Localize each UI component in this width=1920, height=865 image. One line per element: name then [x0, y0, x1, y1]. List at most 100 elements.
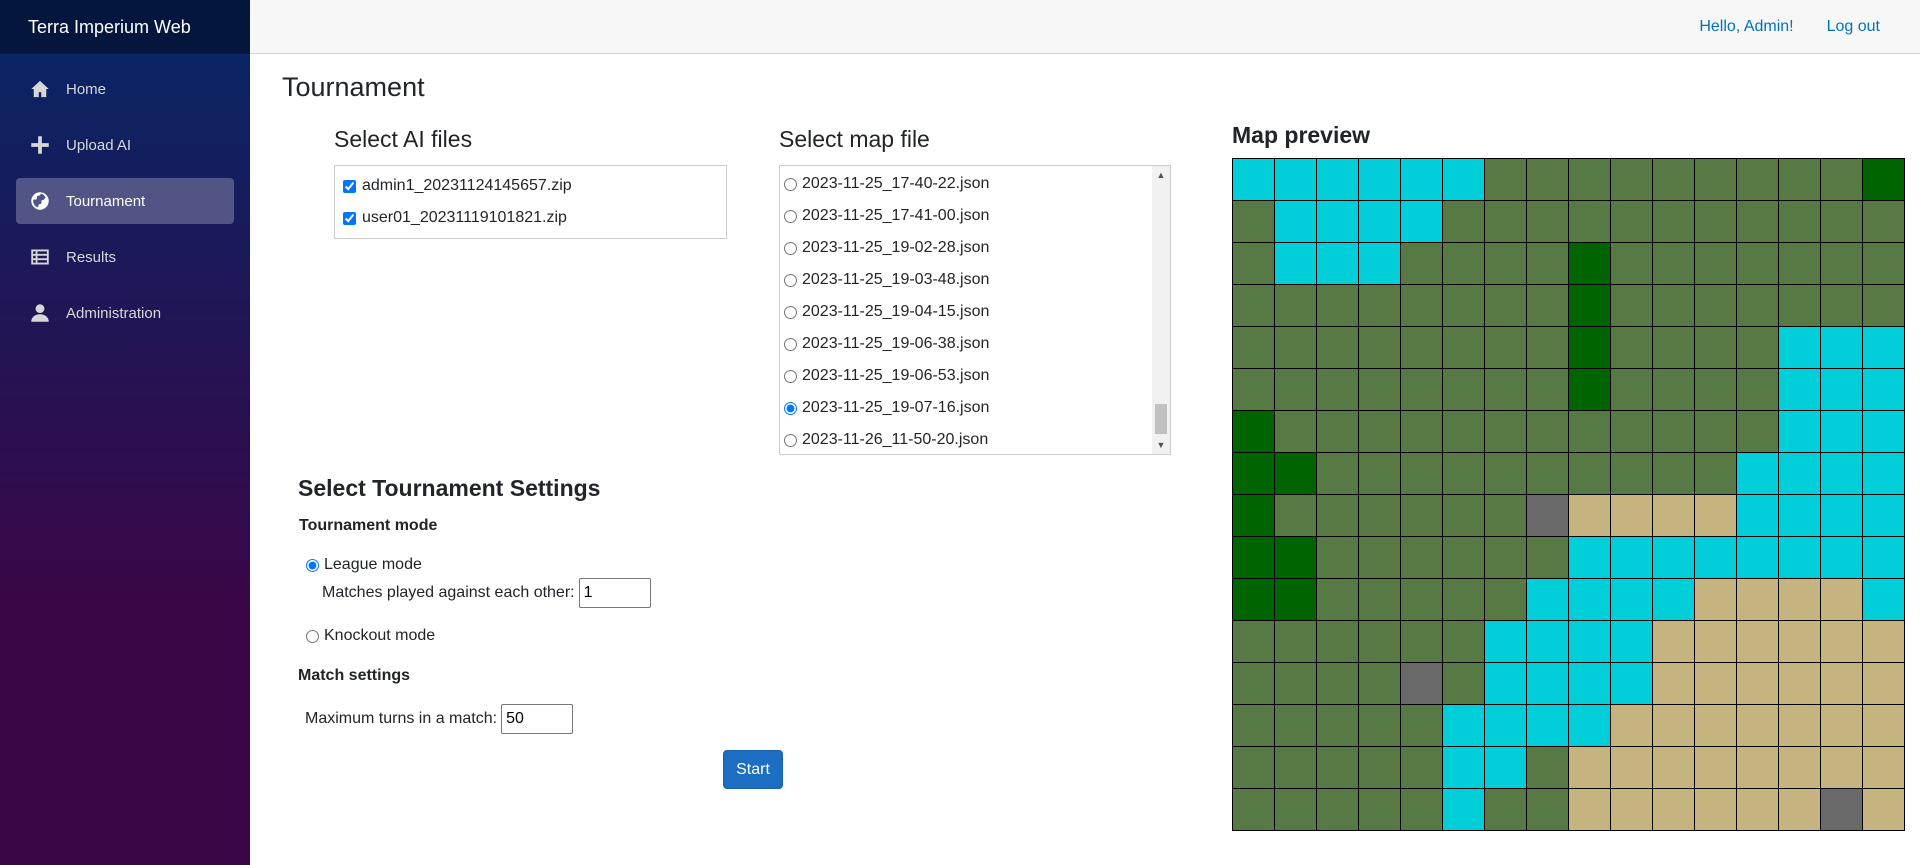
- map-tile-grass: [1653, 285, 1694, 326]
- map-tile-grass: [1275, 369, 1316, 410]
- map-tile-grass: [1317, 495, 1358, 536]
- scroll-up-arrow-icon[interactable]: ▲: [1152, 166, 1170, 184]
- map-tile-water: [1821, 537, 1862, 578]
- logout-link[interactable]: Log out: [1827, 18, 1880, 36]
- map-tile-sand: [1653, 705, 1694, 746]
- map-tile-grass: [1695, 327, 1736, 368]
- max-turns-label: Maximum turns in a match:: [305, 710, 498, 727]
- sidebar-item-results[interactable]: Results: [16, 234, 234, 280]
- map-tile-sand: [1779, 579, 1820, 620]
- map-file-radio[interactable]: [784, 401, 797, 415]
- map-tile-water: [1863, 369, 1904, 410]
- map-tile-grass: [1653, 201, 1694, 242]
- map-tile-grass: [1275, 663, 1316, 704]
- map-preview-heading: Map preview: [1232, 122, 1371, 148]
- map-file-radio[interactable]: [784, 273, 797, 287]
- map-tile-grass: [1779, 285, 1820, 326]
- ai-file-checkbox[interactable]: [343, 179, 356, 193]
- scroll-thumb[interactable]: [1155, 404, 1167, 434]
- map-tile-grass: [1401, 495, 1442, 536]
- map-tile-sand: [1611, 705, 1652, 746]
- map-tile-sand: [1569, 747, 1610, 788]
- map-file-item[interactable]: 2023-11-25_19-02-28.json: [780, 232, 1152, 264]
- list-icon: [30, 247, 50, 267]
- ai-file-checkbox[interactable]: [343, 211, 356, 225]
- map-tile-grass: [1611, 285, 1652, 326]
- map-file-radio[interactable]: [784, 369, 797, 383]
- map-tile-grass: [1527, 327, 1568, 368]
- sidebar-item-label: Administration: [66, 304, 162, 322]
- user-greeting-link[interactable]: Hello, Admin!: [1699, 18, 1793, 36]
- league-mode-radio[interactable]: [306, 558, 319, 572]
- map-file-label: 2023-11-26_11-50-20.json: [802, 431, 989, 448]
- map-tile-water: [1611, 621, 1652, 662]
- map-file-item[interactable]: 2023-11-25_17-40-22.json: [780, 168, 1152, 200]
- map-tile-grass: [1527, 159, 1568, 200]
- app-brand[interactable]: Terra Imperium Web: [28, 17, 191, 38]
- start-button[interactable]: Start: [723, 750, 783, 789]
- map-tile-sand: [1863, 789, 1904, 830]
- map-tile-sand: [1863, 621, 1904, 662]
- league-mode-option[interactable]: League mode: [306, 556, 422, 574]
- map-tile-grass: [1317, 621, 1358, 662]
- map-tile-rock: [1527, 495, 1568, 536]
- map-file-item[interactable]: 2023-11-26_11-50-20.json: [780, 424, 1152, 454]
- map-tile-grass: [1737, 285, 1778, 326]
- map-file-radio[interactable]: [784, 433, 797, 447]
- map-tile-forest: [1233, 579, 1274, 620]
- map-file-item[interactable]: 2023-11-25_17-41-00.json: [780, 200, 1152, 232]
- map-tile-grass: [1401, 621, 1442, 662]
- map-tile-sand: [1821, 747, 1862, 788]
- matches-input[interactable]: [578, 578, 651, 608]
- map-tile-grass: [1317, 663, 1358, 704]
- map-file-radio[interactable]: [784, 241, 797, 255]
- ai-file-item[interactable]: user01_20231119101821.zip: [339, 202, 722, 234]
- sidebar-item-home[interactable]: Home: [16, 66, 234, 112]
- matches-label: Matches played against each other:: [322, 584, 575, 601]
- map-file-radio[interactable]: [784, 305, 797, 319]
- map-file-radio[interactable]: [784, 337, 797, 351]
- ai-file-item[interactable]: admin1_20231124145657.zip: [339, 170, 722, 202]
- map-tile-grass: [1443, 537, 1484, 578]
- map-tile-grass: [1443, 621, 1484, 662]
- map-tile-sand: [1695, 663, 1736, 704]
- max-turns-input[interactable]: [501, 704, 574, 734]
- map-tile-water: [1569, 705, 1610, 746]
- map-file-item[interactable]: 2023-11-25_19-04-15.json: [780, 296, 1152, 328]
- map-tile-water: [1695, 537, 1736, 578]
- plus-icon: [30, 135, 50, 155]
- map-tile-grass: [1737, 243, 1778, 284]
- map-tile-water: [1821, 411, 1862, 452]
- map-tile-water: [1779, 411, 1820, 452]
- map-tile-grass: [1779, 201, 1820, 242]
- map-tile-water: [1359, 201, 1400, 242]
- map-tile-grass: [1275, 411, 1316, 452]
- map-file-item[interactable]: 2023-11-25_19-06-53.json: [780, 360, 1152, 392]
- map-tile-water: [1359, 159, 1400, 200]
- map-file-label: 2023-11-25_19-04-15.json: [802, 303, 990, 320]
- map-file-label: 2023-11-25_19-02-28.json: [802, 239, 990, 256]
- map-tile-sand: [1821, 579, 1862, 620]
- scroll-down-arrow-icon[interactable]: ▼: [1152, 436, 1170, 454]
- map-file-radio[interactable]: [784, 209, 797, 223]
- sidebar-item-upload-ai[interactable]: Upload AI: [16, 122, 234, 168]
- knockout-mode-radio[interactable]: [306, 629, 319, 643]
- map-file-item[interactable]: 2023-11-25_19-06-38.json: [780, 328, 1152, 360]
- sidebar-item-tournament[interactable]: Tournament: [16, 178, 234, 224]
- knockout-mode-option[interactable]: Knockout mode: [306, 627, 435, 645]
- map-tile-grass: [1443, 663, 1484, 704]
- map-tile-water: [1863, 495, 1904, 536]
- sidebar-item-administration[interactable]: Administration: [16, 290, 234, 336]
- map-file-radio[interactable]: [784, 177, 797, 191]
- map-tile-water: [1863, 327, 1904, 368]
- map-tile-rock: [1821, 789, 1862, 830]
- map-tile-sand: [1695, 747, 1736, 788]
- map-tile-grass: [1527, 243, 1568, 284]
- map-tile-grass: [1401, 789, 1442, 830]
- map-file-item[interactable]: 2023-11-25_19-07-16.json: [780, 392, 1152, 424]
- map-file-item[interactable]: 2023-11-25_19-03-48.json: [780, 264, 1152, 296]
- map-tile-rock: [1401, 663, 1442, 704]
- map-tile-grass: [1863, 201, 1904, 242]
- map-list-scrollbar[interactable]: ▲ ▼: [1152, 166, 1170, 454]
- map-tile-grass: [1485, 579, 1526, 620]
